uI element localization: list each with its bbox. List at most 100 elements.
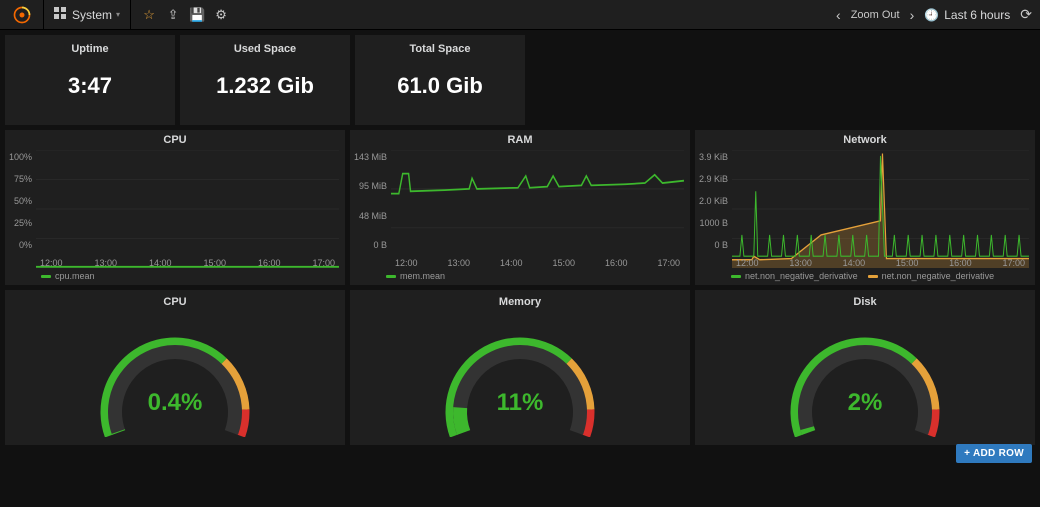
graph-cpu[interactable]: CPU 100%75%50%25%0% 12:0013:0014:0015:00…: [5, 130, 345, 285]
panel-title: Memory: [499, 290, 541, 308]
add-row-button[interactable]: + ADD ROW: [956, 444, 1032, 463]
legend: cpu.mean: [5, 268, 345, 285]
axis-tick: 17:00: [312, 258, 335, 268]
x-axis: 12:0013:0014:0015:0016:0017:00: [391, 258, 684, 268]
dashboard-body: Uptime 3:47 Used Space 1.232 Gib Total S…: [0, 30, 1040, 450]
zoom-out-button[interactable]: Zoom Out: [851, 9, 900, 21]
axis-tick: 50%: [9, 196, 32, 206]
plot-area: 12:00 13:00 14:00 15:00 16:00 17:00: [732, 150, 1029, 268]
legend-label: cpu.mean: [55, 271, 95, 281]
stat-uptime[interactable]: Uptime 3:47: [5, 35, 175, 125]
axis-tick: 1000 B: [699, 218, 728, 228]
x-axis: 12:00 13:00 14:00 15:00 16:00 17:00: [36, 258, 339, 268]
y-axis: 3.9 KiB 2.9 KiB 2.0 KiB 1000 B 0 B: [699, 150, 732, 268]
dashboard-name: System: [72, 8, 112, 22]
time-controls: ‹ Zoom Out › 🕘 Last 6 hours ⟳: [836, 6, 1040, 23]
legend-swatch: [731, 275, 741, 278]
stat-row: Uptime 3:47 Used Space 1.232 Gib Total S…: [5, 35, 1035, 125]
time-back-button[interactable]: ‹: [836, 7, 841, 23]
axis-tick: 13:00: [95, 258, 118, 268]
gauge-cpu[interactable]: CPU 0.4%: [5, 290, 345, 445]
legend: net.non_negative_derivative net.non_negat…: [695, 268, 1035, 285]
stat-value: 1.232 Gib: [216, 73, 314, 99]
stat-used-space[interactable]: Used Space 1.232 Gib: [180, 35, 350, 125]
legend-item[interactable]: cpu.mean: [41, 271, 95, 281]
legend-label: mem.mean: [400, 271, 445, 281]
graph-ram[interactable]: RAM 143 MiB95 MiB48 MiB0 B 12:0013:0014:…: [350, 130, 690, 285]
dashboard-grid-icon: [54, 7, 66, 22]
axis-tick: 17:00: [1002, 258, 1025, 268]
gauge-row: CPU 0.4% Memory 11% Disk 2%: [5, 290, 1035, 445]
axis-tick: 0 B: [354, 240, 387, 250]
time-forward-button[interactable]: ›: [910, 7, 915, 23]
axis-tick: 2.0 KiB: [699, 196, 728, 206]
axis-tick: 75%: [9, 174, 32, 184]
panel-title: RAM: [350, 130, 690, 148]
panel-title: Network: [695, 130, 1035, 148]
stat-value: 61.0 Gib: [397, 73, 483, 99]
panel-title: CPU: [163, 290, 186, 308]
settings-gear-icon[interactable]: ⚙: [209, 0, 233, 30]
axis-tick: 3.9 KiB: [699, 152, 728, 162]
legend: mem.mean: [350, 268, 690, 285]
panel-title: Uptime: [71, 43, 108, 55]
refresh-button[interactable]: ⟳: [1020, 6, 1032, 23]
axis-tick: 12:00: [395, 258, 418, 268]
legend-label: net.non_negative_derivative: [882, 271, 995, 281]
y-axis: 143 MiB 95 MiB 48 MiB 0 B: [354, 150, 391, 268]
time-range-label: Last 6 hours: [944, 8, 1010, 22]
axis-tick: 16:00: [605, 258, 628, 268]
axis-tick: 14:00: [843, 258, 866, 268]
stat-value: 3:47: [68, 73, 112, 99]
axis-tick: 48 MiB: [354, 211, 387, 221]
legend-item[interactable]: net.non_negative_derivative: [731, 271, 858, 281]
axis-tick: 13:00: [448, 258, 471, 268]
panel-title: CPU: [5, 130, 345, 148]
caret-down-icon: ▾: [116, 10, 120, 19]
axis-tick: 0%: [9, 240, 32, 250]
axis-tick: 16:00: [258, 258, 281, 268]
gauge-value: 2%: [848, 389, 883, 417]
time-range-picker[interactable]: 🕘 Last 6 hours: [924, 8, 1010, 22]
x-axis: 12:00 13:00 14:00 15:00 16:00 17:00: [732, 258, 1029, 268]
gauge-memory[interactable]: Memory 11%: [350, 290, 690, 445]
axis-tick: 95 MiB: [354, 181, 387, 191]
axis-tick: 17:00: [657, 258, 680, 268]
axis-tick: 15:00: [896, 258, 919, 268]
axis-tick: 12:00: [736, 258, 759, 268]
legend-swatch: [868, 275, 878, 278]
axis-tick: 100%: [9, 152, 32, 162]
legend-item[interactable]: net.non_negative_derivative: [868, 271, 995, 281]
share-icon[interactable]: ⇪: [161, 0, 185, 30]
gauge-wrap: 11%: [350, 308, 690, 445]
axis-tick: 2.9 KiB: [699, 174, 728, 184]
panel-title: Used Space: [234, 43, 296, 55]
axis-tick: 15:00: [203, 258, 226, 268]
save-icon[interactable]: 💾: [185, 0, 209, 30]
gauge-disk[interactable]: Disk 2%: [695, 290, 1035, 445]
dashboard-picker[interactable]: System ▾: [44, 0, 131, 30]
clock-icon: 🕘: [924, 8, 939, 22]
legend-swatch: [386, 275, 396, 278]
star-icon[interactable]: ☆: [137, 0, 161, 30]
axis-tick: 14:00: [149, 258, 172, 268]
gauge-value: 0.4%: [148, 389, 203, 417]
stat-total-space[interactable]: Total Space 61.0 Gib: [355, 35, 525, 125]
axis-tick: 12:00: [40, 258, 63, 268]
plot-area: 12:0013:0014:0015:0016:0017:00: [391, 150, 684, 268]
gauge-value: 11%: [497, 389, 544, 417]
plot-area: 12:00 13:00 14:00 15:00 16:00 17:00: [36, 150, 339, 268]
axis-tick: 13:00: [789, 258, 812, 268]
gauge-wrap: 2%: [695, 308, 1035, 445]
legend-item[interactable]: mem.mean: [386, 271, 445, 281]
legend-label: net.non_negative_derivative: [745, 271, 858, 281]
axis-tick: 16:00: [949, 258, 972, 268]
axis-tick: 143 MiB: [354, 152, 387, 162]
graph-network[interactable]: Network 3.9 KiB 2.9 KiB 2.0 KiB 1000 B 0 B: [695, 130, 1035, 285]
panel-title: Total Space: [410, 43, 471, 55]
y-axis: 100%75%50%25%0%: [9, 150, 36, 268]
axis-tick: 0 B: [699, 240, 728, 250]
panel-title: Disk: [853, 290, 876, 308]
topbar: System ▾ ☆ ⇪ 💾 ⚙ ‹ Zoom Out › 🕘 Last 6 h…: [0, 0, 1040, 30]
grafana-logo[interactable]: [0, 0, 44, 30]
